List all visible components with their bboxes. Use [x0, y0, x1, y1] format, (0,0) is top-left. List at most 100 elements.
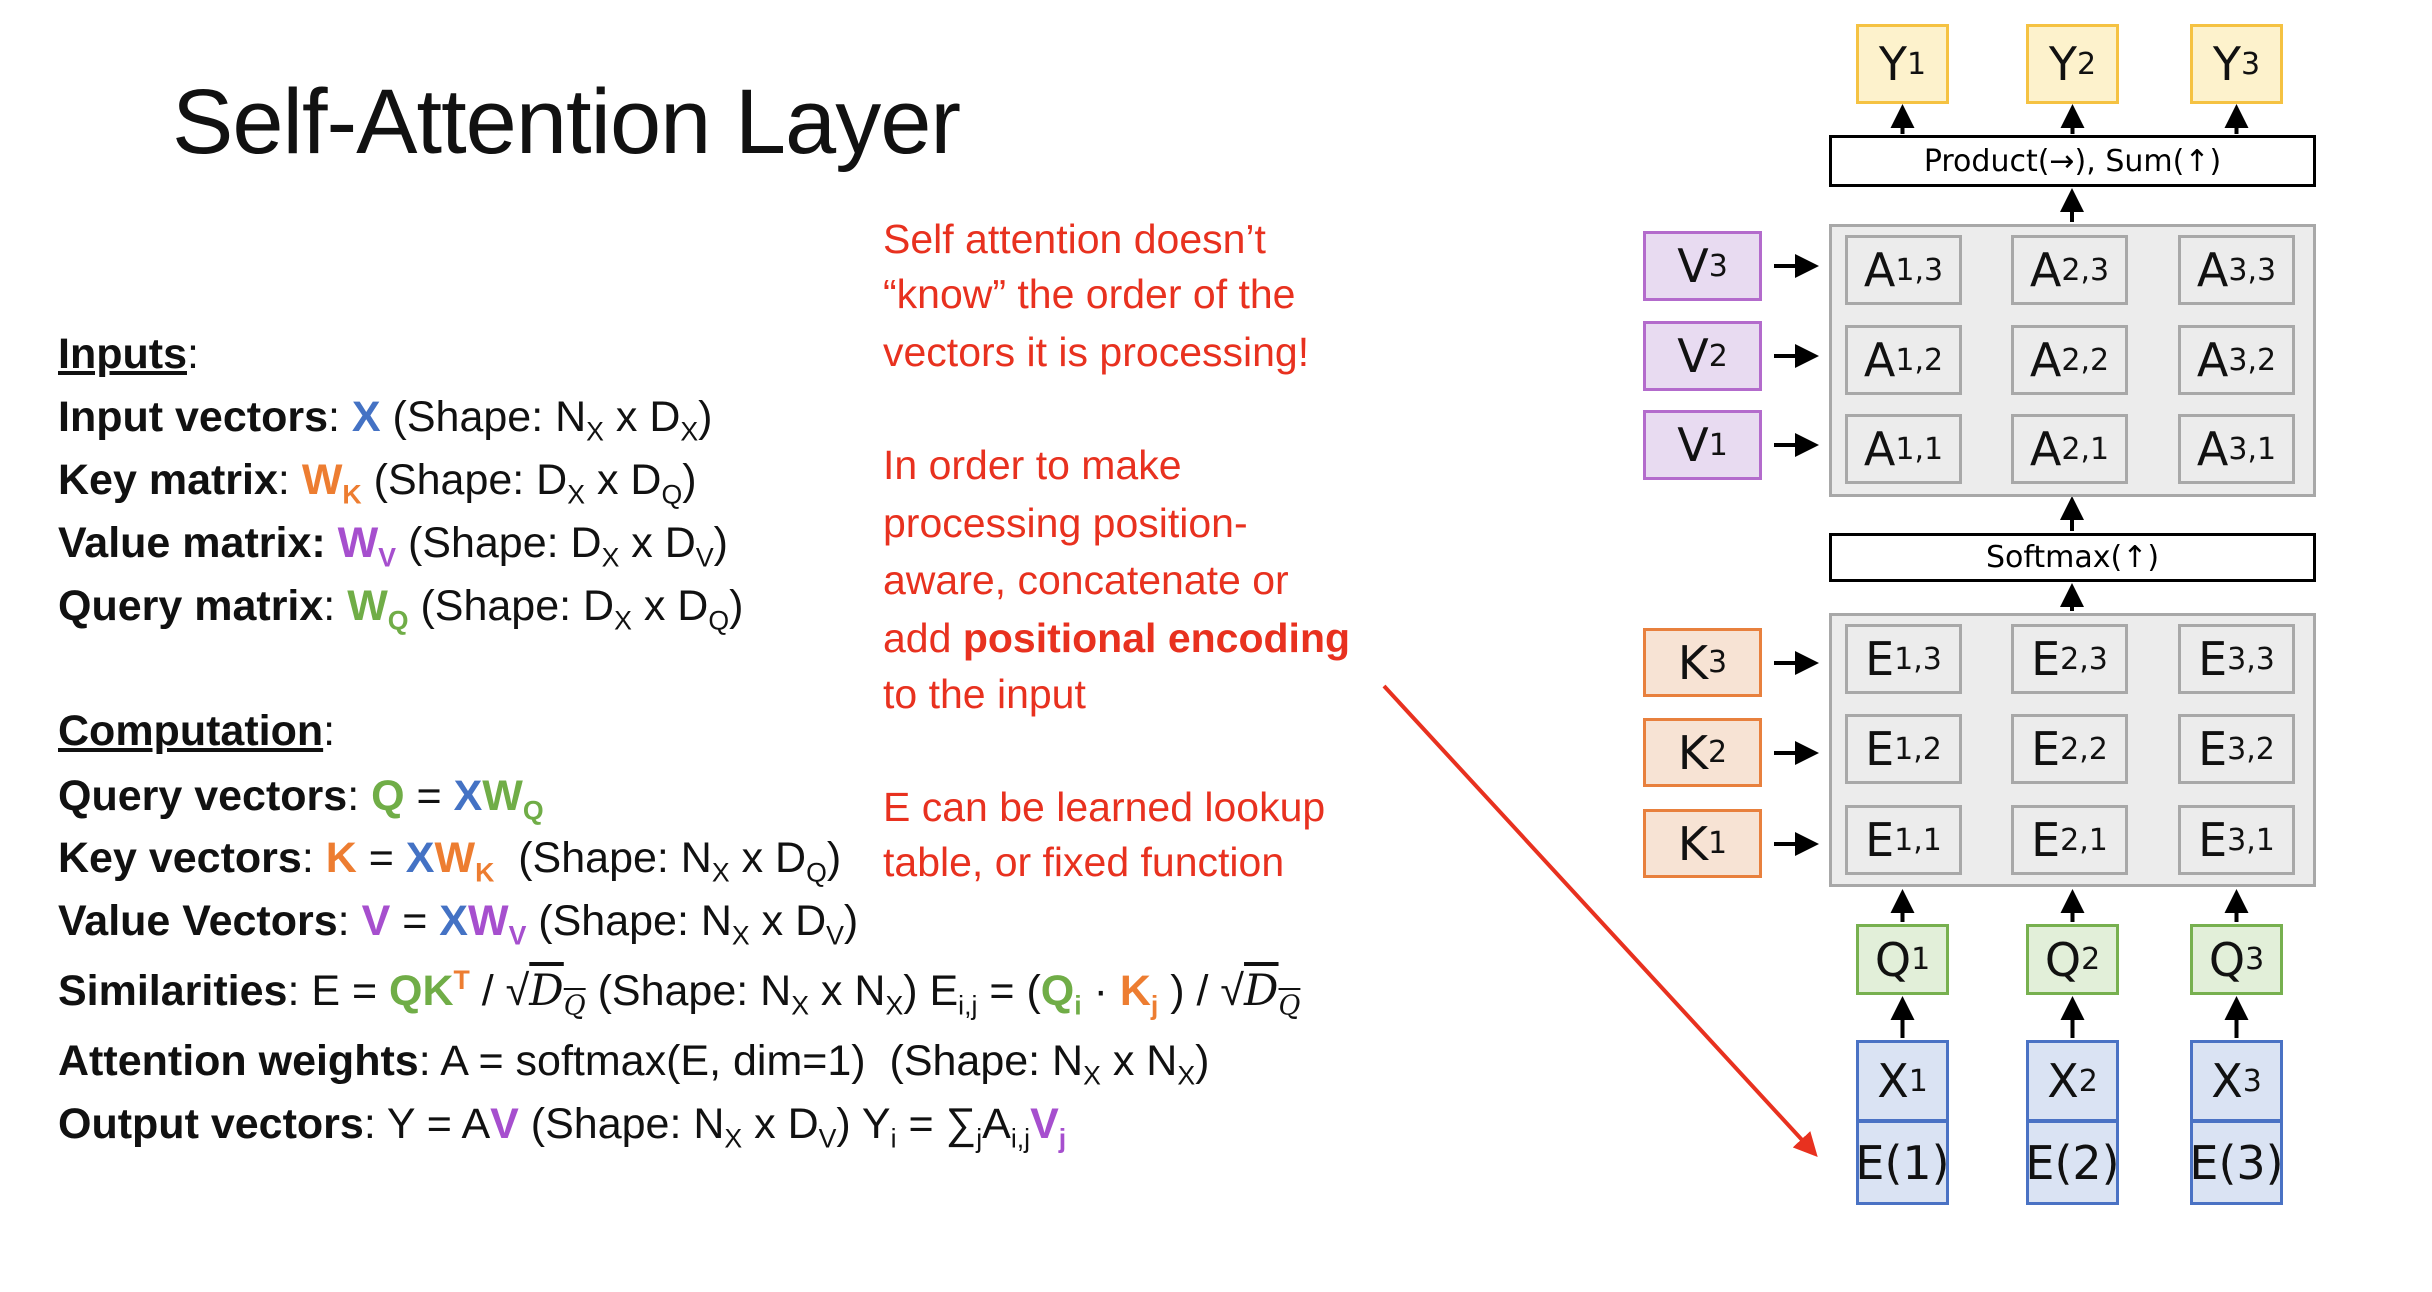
box-subscript: 1,2: [1894, 731, 1942, 767]
box-subscript: 3: [2242, 1063, 2262, 1099]
attention-cell: A 1,2: [1845, 325, 1962, 395]
box-subscript: 1: [1708, 826, 1728, 861]
box-subscript: 3,1: [2228, 431, 2277, 467]
positional-encoding-box: E(1): [1855, 1120, 1950, 1205]
output-box-y3: Y3: [2190, 24, 2283, 104]
attention-cell: A 3,2: [2178, 325, 2295, 395]
box-subscript: 2,3: [2061, 252, 2110, 288]
output-box-y2: Y2: [2026, 24, 2119, 104]
attention-cell: A 3,1: [2178, 414, 2295, 484]
box-label: E: [1865, 722, 1895, 776]
input-box: X2: [2026, 1040, 2119, 1122]
box-subscript: 1: [1911, 942, 1931, 977]
box-label: A: [2196, 333, 2229, 387]
box-subscript: 1: [1907, 46, 1927, 82]
value-box: V3: [1643, 231, 1762, 301]
box-subscript: 1,3: [1894, 641, 1942, 677]
key-box: K2: [1643, 718, 1762, 787]
box-label: V: [1677, 418, 1709, 472]
box-subscript: 3,3: [2228, 252, 2277, 288]
similarity-cell: E 1,2: [1845, 714, 1962, 784]
box-label: X: [2211, 1054, 2243, 1108]
output-box-y1: Y1: [1856, 24, 1949, 104]
attention-cell: A 2,2: [2011, 325, 2128, 395]
similarity-cell: E 2,3: [2011, 624, 2128, 694]
box-subscript: 2,2: [2060, 731, 2108, 767]
box-label: A: [2029, 333, 2062, 387]
attention-cell: A 2,1: [2011, 414, 2128, 484]
box-subscript: 2,1: [2061, 431, 2110, 467]
similarity-cell: E 3,1: [2178, 805, 2295, 875]
box-subscript: 2,3: [2060, 641, 2108, 677]
attention-cell: A 3,3: [2178, 235, 2295, 305]
similarity-cell: E 3,3: [2178, 624, 2295, 694]
box-label: E: [2031, 813, 2061, 867]
box-subscript: 2: [2077, 46, 2097, 82]
similarity-cell: E 3,2: [2178, 714, 2295, 784]
box-label: K: [1677, 816, 1709, 871]
box-subscript: 3: [1708, 248, 1728, 284]
box-subscript: 3: [1708, 645, 1728, 680]
value-box: V1: [1643, 410, 1762, 480]
box-label: A: [2029, 422, 2062, 476]
box-label: Y: [1878, 37, 1907, 91]
box-subscript: 2,2: [2061, 342, 2110, 378]
attention-cell: A 1,3: [1845, 235, 1962, 305]
box-label: A: [1863, 422, 1896, 476]
box-label: E: [2031, 722, 2061, 776]
similarity-cell: E 2,1: [2011, 805, 2128, 875]
input-box: X3: [2190, 1040, 2283, 1122]
similarity-cell: E 1,1: [1845, 805, 1962, 875]
box-subscript: 1,3: [1895, 252, 1944, 288]
box-label: V: [1677, 239, 1709, 293]
box-label: E: [1865, 632, 1895, 686]
box-label: K: [1677, 635, 1709, 690]
box-subscript: 3,3: [2227, 641, 2275, 677]
box-label: V: [1677, 329, 1709, 383]
box-label: X: [1877, 1054, 1909, 1108]
box-subscript: 3,2: [2228, 342, 2277, 378]
box-label: Y: [2048, 37, 2077, 91]
box-label: Q: [1874, 932, 1912, 987]
box-subscript: 3: [2245, 942, 2265, 977]
box-label: Y: [2212, 37, 2241, 91]
box-label: E: [2031, 632, 2061, 686]
box-label: A: [2196, 422, 2229, 476]
box-subscript: 2: [1708, 338, 1728, 374]
box-subscript: 3,1: [2227, 822, 2275, 858]
box-subscript: 3,2: [2227, 731, 2275, 767]
similarity-cell: E 2,2: [2011, 714, 2128, 784]
box-label: A: [2029, 243, 2062, 297]
box-subscript: 3: [2241, 46, 2261, 82]
box-label: Q: [2208, 932, 2246, 987]
query-box: Q2: [2026, 924, 2119, 995]
similarity-cell: E 1,3: [1845, 624, 1962, 694]
positional-encoding-box: E(2): [2025, 1120, 2120, 1205]
box-subscript: 2: [1708, 735, 1728, 770]
box-label: A: [1863, 333, 1896, 387]
attention-cell: A 2,3: [2011, 235, 2128, 305]
softmax-box: Softmax(↑): [1829, 533, 2316, 582]
key-box: K1: [1643, 809, 1762, 878]
box-label: E: [2198, 813, 2228, 867]
box-subscript: 2: [2081, 942, 2101, 977]
positional-encoding-box: E(3): [2189, 1120, 2284, 1205]
box-label: E: [1865, 813, 1895, 867]
box-label: X: [2047, 1054, 2079, 1108]
key-box: K3: [1643, 628, 1762, 697]
box-subscript: 1,1: [1895, 431, 1944, 467]
box-label: Q: [2044, 932, 2082, 987]
box-subscript: 1,1: [1894, 822, 1942, 858]
box-label: K: [1677, 725, 1709, 780]
attention-cell: A 1,1: [1845, 414, 1962, 484]
box-subscript: 1: [1908, 1063, 1928, 1099]
value-box: V2: [1643, 321, 1762, 391]
box-subscript: 2: [2078, 1063, 2098, 1099]
product-sum-box: Product(→), Sum(↑): [1829, 135, 2316, 187]
box-subscript: 1: [1708, 427, 1728, 463]
query-box: Q1: [1856, 924, 1949, 995]
box-label: A: [1863, 243, 1896, 297]
box-subscript: 1,2: [1895, 342, 1944, 378]
input-box: X1: [1856, 1040, 1949, 1122]
box-label: E: [2198, 632, 2228, 686]
